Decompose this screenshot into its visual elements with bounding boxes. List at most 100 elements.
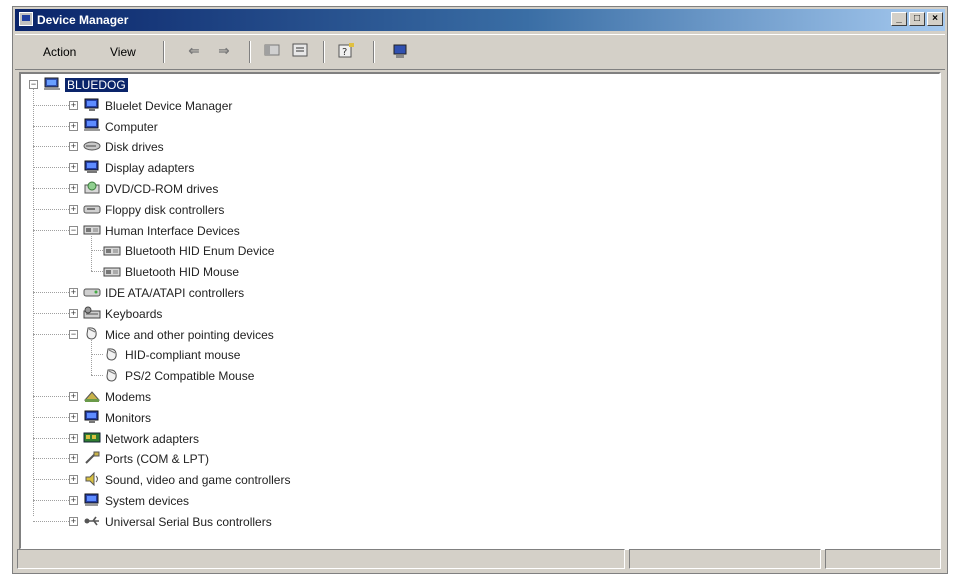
title-bar[interactable]: Device Manager _ □ × [15,9,945,31]
tree-item-label: IDE ATA/ATAPI controllers [105,285,245,300]
tree-item-label: Bluelet Device Manager [105,98,233,113]
hid-icon [103,246,121,256]
monitor-icon [84,98,99,111]
expand-icon[interactable]: + [69,100,78,110]
action-menu[interactable]: Action [43,43,76,61]
tree-root[interactable]: BLUEDOG [43,74,128,94]
status-pane-right [825,549,941,569]
hid-icon [103,267,121,277]
tree-item-label: DVD/CD-ROM drives [105,181,219,196]
device-manager-window: Device Manager _ □ × Action View ⇐ ⇒ ? − [12,6,948,574]
tree-item-label: Floppy disk controllers [105,202,225,217]
expand-icon[interactable]: + [69,142,78,152]
expand-icon[interactable]: + [69,163,78,173]
expand-icon[interactable]: + [69,308,78,318]
ide-controller-icon [83,288,101,297]
help-icon[interactable]: ? [337,43,355,59]
collapse-icon[interactable]: − [69,225,78,235]
system-device-icon [84,493,99,506]
status-pane-middle [629,549,821,569]
tree-item-label: Disk drives [105,140,164,155]
disk-drive-icon [83,141,101,151]
expand-icon[interactable]: + [69,516,78,526]
maximize-button[interactable]: □ [909,12,925,26]
expand-icon[interactable]: + [69,433,78,443]
expand-icon[interactable]: + [69,412,78,422]
collapse-root-icon[interactable]: − [29,80,38,89]
tree-item-label: Keyboards [105,306,163,321]
tree-item[interactable]: Monitors [83,407,151,427]
tree-item[interactable]: Mice and other pointing devices [83,324,274,344]
toolbar: Action View ⇐ ⇒ ? [15,34,945,70]
computer-icon [44,77,60,90]
tree-root-label: BLUEDOG [65,77,128,92]
modem-icon [83,391,101,402]
tree-item[interactable]: Human Interface Devices [83,220,240,240]
tree-item[interactable]: Ports (COM & LPT) [83,448,209,468]
tree-item-label: System devices [105,493,190,508]
display-adapter-icon [84,160,99,174]
tree-item[interactable]: Disk drives [83,136,164,156]
expand-icon[interactable]: + [69,496,78,505]
tree-item-label: Ports (COM & LPT) [105,452,210,467]
minimize-button[interactable]: _ [891,12,907,26]
mouse-icon [106,348,117,361]
tree-item[interactable]: Computer [83,116,158,136]
mouse-icon [106,369,117,382]
tree-item[interactable]: Network adapters [83,428,199,448]
tree-item[interactable]: Modems [83,386,151,406]
tree-item[interactable]: Display adapters [83,157,194,177]
device-tree-pane: − BLUEDOG + Bluelet Device Manager + Comput… [19,72,941,550]
tree-child-item[interactable]: PS/2 Compatible Mouse [103,365,254,385]
tree-item-label: Universal Serial Bus controllers [105,514,272,529]
tree-item-label: Sound, video and game controllers [105,473,291,488]
tree-item[interactable]: System devices [83,490,189,510]
tree-item-label: Mice and other pointing devices [105,327,274,342]
view-menu[interactable]: View [110,43,136,61]
tree-child-item[interactable]: HID-compliant mouse [103,344,240,364]
keyboard-icon [83,306,101,319]
tree-child-label: Bluetooth HID Mouse [125,265,240,280]
tree-item-label: Computer [105,119,158,134]
status-bar [17,549,943,571]
expand-icon[interactable]: + [69,121,78,131]
device-manager-icon [19,12,33,26]
back-arrow-icon[interactable]: ⇐ [185,43,203,59]
tree-item[interactable]: Sound, video and game controllers [83,469,290,489]
properties-icon[interactable] [291,43,309,59]
tree-item[interactable]: Universal Serial Bus controllers [83,511,272,531]
scan-hardware-icon[interactable] [391,43,409,59]
expand-icon[interactable]: + [69,204,78,214]
tree-item[interactable]: Floppy disk controllers [83,199,224,219]
tree-child-item[interactable]: Bluetooth HID Mouse [103,261,239,281]
tree-item-label: Monitors [105,410,152,425]
tree-item[interactable]: Keyboards [83,303,162,323]
port-icon [85,451,100,464]
sound-icon [85,472,98,487]
tree-child-label: Bluetooth HID Enum Device [125,244,275,259]
expand-icon[interactable]: + [69,184,78,193]
tree-child-label: PS/2 Compatible Mouse [125,369,255,384]
expand-icon[interactable]: + [69,475,78,485]
mouse-icon [86,327,97,340]
tree-item-label: Modems [105,389,152,404]
show-hide-tree-icon[interactable] [263,43,281,59]
tree-item-label: Display adapters [105,161,195,176]
collapse-icon[interactable]: − [69,329,78,339]
tree-item-label: Network adapters [105,431,200,446]
tree-child-item[interactable]: Bluetooth HID Enum Device [103,240,274,260]
hid-icon [83,225,101,235]
expand-icon[interactable]: + [69,288,78,297]
tree-item[interactable]: IDE ATA/ATAPI controllers [83,282,244,302]
tree-child-label: HID-compliant mouse [125,348,241,363]
floppy-controller-icon [83,205,101,214]
window-title: Device Manager [37,13,129,27]
close-button[interactable]: × [927,12,943,26]
svg-text:?: ? [342,47,347,58]
expand-icon[interactable]: + [69,454,78,464]
tree-item[interactable]: DVD/CD-ROM drives [83,178,218,198]
monitor-icon [84,410,99,423]
expand-icon[interactable]: + [69,392,78,401]
tree-item[interactable]: Bluelet Device Manager [83,95,232,115]
forward-arrow-icon[interactable]: ⇒ [215,43,233,59]
